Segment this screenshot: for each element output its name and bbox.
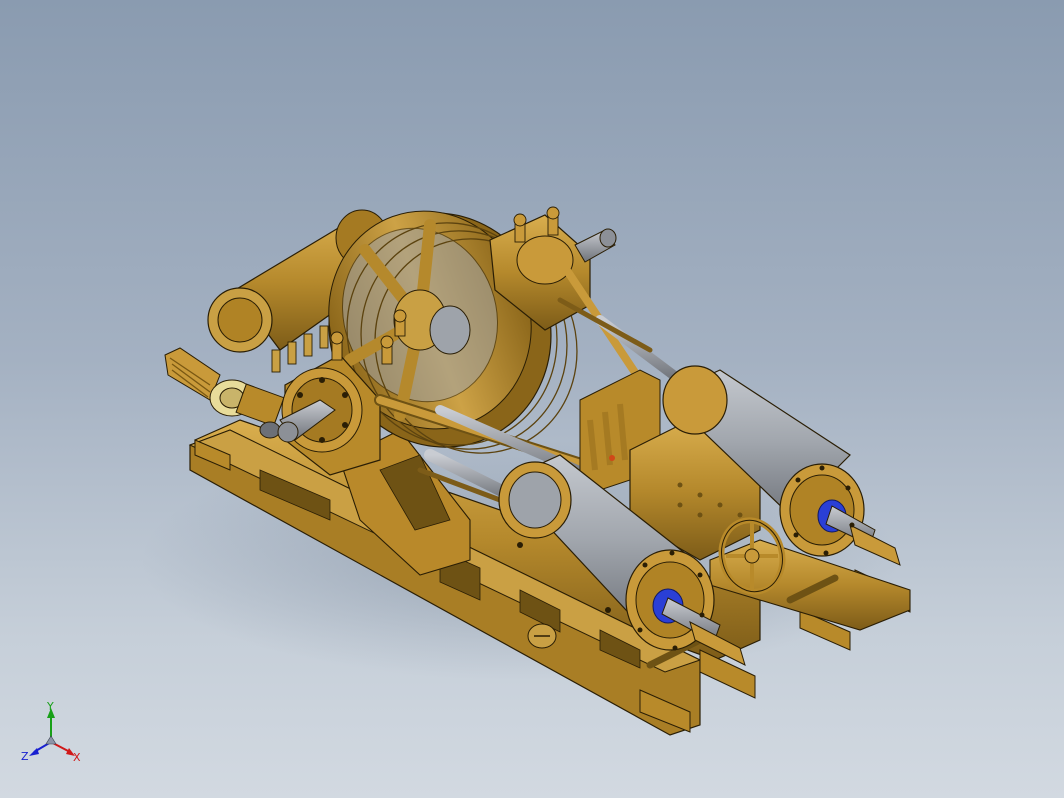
triad-origin — [45, 735, 57, 745]
graphics-viewport[interactable]: Y X Z — [0, 0, 1064, 798]
engine-model[interactable] — [0, 0, 1064, 798]
triad-z-label: Z — [21, 750, 29, 763]
triad-y-label: Y — [46, 702, 54, 713]
drive-coupling[interactable] — [164, 347, 285, 439]
triad-x-label: X — [73, 751, 81, 764]
orientation-triad[interactable]: Y X Z — [18, 702, 88, 772]
